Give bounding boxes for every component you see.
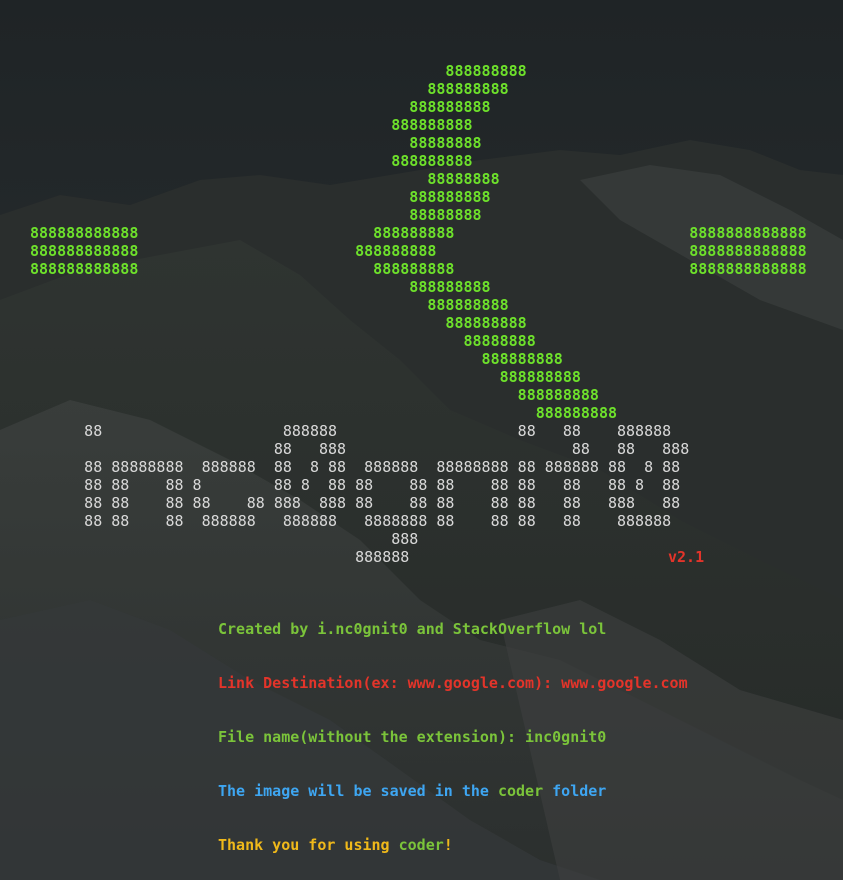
- credit-line: Created by i.nc0gnit0 and StackOverflow …: [218, 620, 607, 638]
- ascii-logo-coder: 88 888888 88 88 888888 88 888 88 88 888 …: [84, 422, 690, 566]
- thanks-app-name: coder: [398, 836, 444, 854]
- save-folder-name: coder: [497, 782, 544, 800]
- version-label: v2.1: [668, 548, 705, 566]
- thanks-suffix: !: [443, 836, 453, 854]
- link-destination-prompt: Link Destination(ex: www.google.com): ww…: [218, 674, 688, 692]
- file-name-prompt: File name(without the extension): inc0gn…: [218, 728, 607, 746]
- save-message-suffix: folder: [543, 782, 607, 800]
- ascii-arrow-banner: 888888888 888888888 888888888 888888888: [30, 62, 807, 422]
- terminal-output: 888888888 888888888 888888888 888888888: [0, 0, 843, 880]
- thanks-prefix: Thank you for using: [218, 836, 399, 854]
- thank-you-message: Thank you for using coder!: [218, 836, 453, 854]
- save-location-message: The image will be saved in the coder fol…: [218, 782, 606, 800]
- save-message-prefix: The image will be saved in the: [218, 782, 498, 800]
